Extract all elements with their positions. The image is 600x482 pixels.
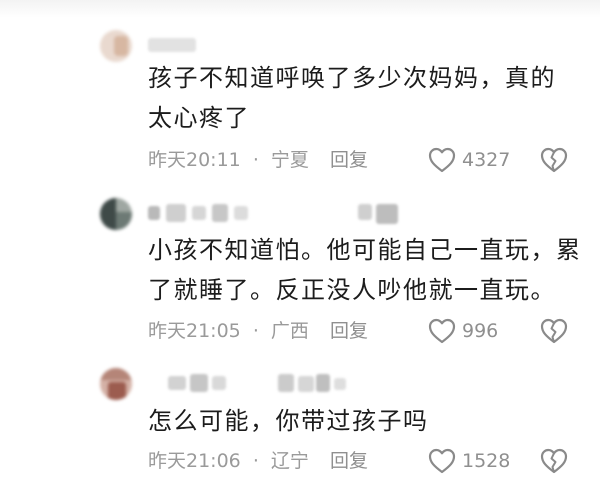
meta-separator: ·	[252, 320, 259, 342]
comment-time: 昨天21:05	[148, 320, 241, 342]
comment-time: 昨天21:06	[148, 450, 241, 472]
broken-heart-icon[interactable]	[540, 448, 568, 474]
avatar[interactable]	[100, 368, 132, 400]
comment-location: 广西	[270, 320, 309, 342]
like-count: 996	[462, 320, 499, 342]
top-edge	[0, 0, 600, 18]
comment-meta: 昨天21:06 · 辽宁	[148, 447, 309, 475]
avatar[interactable]	[100, 198, 132, 230]
meta-separator: ·	[252, 450, 259, 472]
comment-time: 昨天20:11	[148, 149, 241, 171]
comment-text: 小孩不知道怕。他可能自己一直玩，累了就睡了。反正没人吵他就一直玩。	[148, 236, 582, 304]
heart-outline-icon[interactable]	[428, 318, 456, 344]
broken-heart-icon[interactable]	[540, 318, 568, 344]
like-count: 4327	[462, 149, 511, 171]
meta-separator: ·	[252, 149, 259, 171]
comment-meta: 昨天20:11 · 宁夏	[148, 146, 309, 174]
broken-heart-icon[interactable]	[540, 147, 568, 173]
like-count: 1528	[462, 450, 511, 472]
reply-button[interactable]: 回复	[330, 447, 368, 475]
comment-text: 孩子不知道呼唤了多少次妈妈，真的太心疼了	[148, 64, 556, 132]
avatar[interactable]	[100, 30, 132, 62]
comment-meta: 昨天21:05 · 广西	[148, 317, 309, 345]
heart-outline-icon[interactable]	[428, 147, 456, 173]
comment-location: 宁夏	[270, 149, 309, 171]
reply-button[interactable]: 回复	[330, 317, 368, 345]
heart-outline-icon[interactable]	[428, 448, 456, 474]
reply-button[interactable]: 回复	[330, 146, 368, 174]
comment-location: 辽宁	[270, 450, 309, 472]
comment-text: 怎么可能，你带过孩子吗	[148, 407, 429, 435]
